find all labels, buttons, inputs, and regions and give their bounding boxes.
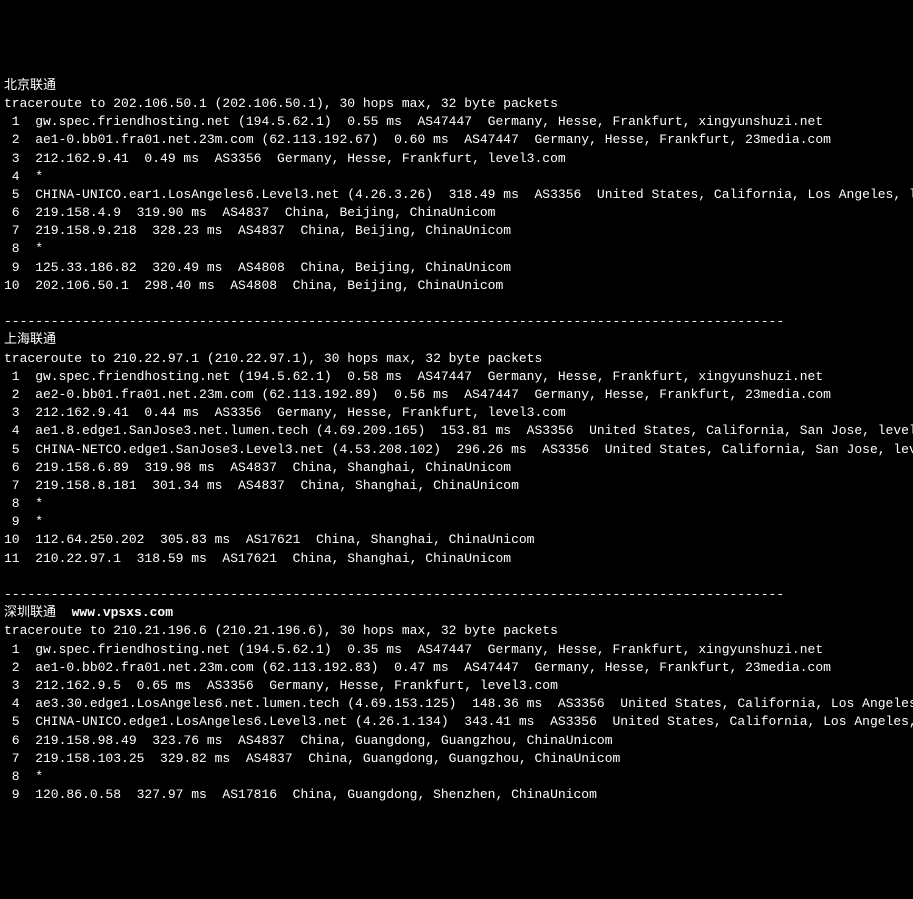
- hop-line: 9 *: [4, 513, 909, 531]
- divider-line: ----------------------------------------…: [4, 586, 909, 604]
- hop-line: 6 219.158.4.9 319.90 ms AS4837 China, Be…: [4, 204, 909, 222]
- hop-line: 9 125.33.186.82 320.49 ms AS4808 China, …: [4, 259, 909, 277]
- hop-line: 1 gw.spec.friendhosting.net (194.5.62.1)…: [4, 641, 909, 659]
- title-text: 北京联通: [4, 78, 56, 93]
- hop-line: 10 112.64.250.202 305.83 ms AS17621 Chin…: [4, 531, 909, 549]
- hop-line: 9 120.86.0.58 327.97 ms AS17816 China, G…: [4, 786, 909, 804]
- hop-line: 7 219.158.9.218 328.23 ms AS4837 China, …: [4, 222, 909, 240]
- hop-line: 5 CHINA-UNICO.edge1.LosAngeles6.Level3.n…: [4, 713, 909, 731]
- hop-line: 5 CHINA-NETCO.edge1.SanJose3.Level3.net …: [4, 441, 909, 459]
- terminal-output: 北京联通 traceroute to 202.106.50.1 (202.106.…: [4, 77, 909, 805]
- hop-line: 4 ae3.30.edge1.LosAngeles6.net.lumen.tec…: [4, 695, 909, 713]
- hop-line: 1 gw.spec.friendhosting.net (194.5.62.1)…: [4, 113, 909, 131]
- hop-line: 10 202.106.50.1 298.40 ms AS4808 China, …: [4, 277, 909, 295]
- blank-line: [4, 295, 909, 313]
- section-title: 深圳联通 www.vpsxs.com: [4, 604, 909, 622]
- hop-line: 4 *: [4, 168, 909, 186]
- hop-line: 3 212.162.9.41 0.49 ms AS3356 Germany, H…: [4, 150, 909, 168]
- section-title: 北京联通: [4, 77, 909, 95]
- divider-line: ----------------------------------------…: [4, 313, 909, 331]
- traceroute-header: traceroute to 210.21.196.6 (210.21.196.6…: [4, 622, 909, 640]
- hop-line: 7 219.158.103.25 329.82 ms AS4837 China,…: [4, 750, 909, 768]
- hop-line: 6 219.158.6.89 319.98 ms AS4837 China, S…: [4, 459, 909, 477]
- traceroute-header: traceroute to 210.22.97.1 (210.22.97.1),…: [4, 350, 909, 368]
- hop-line: 2 ae2-0.bb01.fra01.net.23m.com (62.113.1…: [4, 386, 909, 404]
- hop-line: 11 210.22.97.1 318.59 ms AS17621 China, …: [4, 550, 909, 568]
- hop-line: 3 212.162.9.41 0.44 ms AS3356 Germany, H…: [4, 404, 909, 422]
- title-text: 深圳联通: [4, 605, 56, 620]
- hop-line: 7 219.158.8.181 301.34 ms AS4837 China, …: [4, 477, 909, 495]
- hop-line: 8 *: [4, 240, 909, 258]
- hop-line: 8 *: [4, 768, 909, 786]
- hop-line: 3 212.162.9.5 0.65 ms AS3356 Germany, He…: [4, 677, 909, 695]
- section-title: 上海联通: [4, 331, 909, 349]
- hop-line: 2 ae1-0.bb02.fra01.net.23m.com (62.113.1…: [4, 659, 909, 677]
- hop-line: 8 *: [4, 495, 909, 513]
- hop-line: 2 ae1-0.bb01.fra01.net.23m.com (62.113.1…: [4, 131, 909, 149]
- watermark-text: www.vpsxs.com: [56, 605, 173, 620]
- title-text: 上海联通: [4, 332, 56, 347]
- hop-line: 6 219.158.98.49 323.76 ms AS4837 China, …: [4, 732, 909, 750]
- hop-line: 5 CHINA-UNICO.ear1.LosAngeles6.Level3.ne…: [4, 186, 909, 204]
- hop-line: 4 ae1.8.edge1.SanJose3.net.lumen.tech (4…: [4, 422, 909, 440]
- blank-line: [4, 568, 909, 586]
- hop-line: 1 gw.spec.friendhosting.net (194.5.62.1)…: [4, 368, 909, 386]
- traceroute-header: traceroute to 202.106.50.1 (202.106.50.1…: [4, 95, 909, 113]
